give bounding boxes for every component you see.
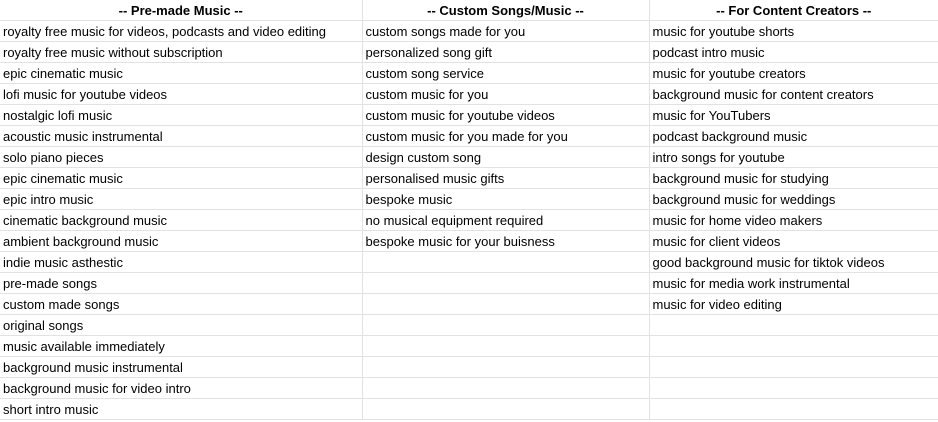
table-body: royalty free music for videos, podcasts … bbox=[0, 20, 938, 420]
cell[interactable] bbox=[361, 272, 650, 294]
cell[interactable]: epic cinematic music bbox=[0, 62, 363, 84]
cell[interactable]: podcast background music bbox=[648, 125, 938, 147]
table-row: short intro music bbox=[0, 398, 938, 420]
cell[interactable]: custom music for you bbox=[361, 83, 650, 105]
cell[interactable]: personalised music gifts bbox=[361, 167, 650, 189]
cell[interactable]: good background music for tiktok videos bbox=[648, 251, 938, 273]
cell[interactable]: music for home video makers bbox=[648, 209, 938, 231]
table-row: cinematic background music no musical eq… bbox=[0, 209, 938, 231]
cell[interactable]: music for media work instrumental bbox=[648, 272, 938, 294]
cell[interactable]: music available immediately bbox=[0, 335, 363, 357]
cell[interactable]: royalty free music without subscription bbox=[0, 41, 363, 63]
header-cell-custom-songs[interactable]: -- Custom Songs/Music -- bbox=[361, 0, 650, 21]
cell[interactable]: acoustic music instrumental bbox=[0, 125, 363, 147]
cell[interactable]: background music instrumental bbox=[0, 356, 363, 378]
header-cell-content-creators[interactable]: -- For Content Creators -- bbox=[648, 0, 938, 21]
table-row: solo piano pieces design custom song int… bbox=[0, 146, 938, 168]
table-row: background music instrumental bbox=[0, 356, 938, 378]
cell[interactable] bbox=[361, 356, 650, 378]
header-row: -- Pre-made Music -- -- Custom Songs/Mus… bbox=[0, 0, 938, 21]
table-row: acoustic music instrumental custom music… bbox=[0, 125, 938, 147]
cell[interactable]: background music for weddings bbox=[648, 188, 938, 210]
cell[interactable]: nostalgic lofi music bbox=[0, 104, 363, 126]
cell[interactable]: ambient background music bbox=[0, 230, 363, 252]
cell[interactable]: epic cinematic music bbox=[0, 167, 363, 189]
cell[interactable] bbox=[361, 398, 650, 420]
cell[interactable]: music for youtube shorts bbox=[648, 20, 938, 42]
cell[interactable]: custom song service bbox=[361, 62, 650, 84]
cell[interactable] bbox=[648, 356, 938, 378]
cell[interactable]: music for youtube creators bbox=[648, 62, 938, 84]
cell[interactable]: bespoke music bbox=[361, 188, 650, 210]
cell[interactable] bbox=[361, 293, 650, 315]
spreadsheet-grid: -- Pre-made Music -- -- Custom Songs/Mus… bbox=[0, 0, 938, 422]
cell[interactable]: music for YouTubers bbox=[648, 104, 938, 126]
cell[interactable]: indie music asthestic bbox=[0, 251, 363, 273]
cell[interactable]: podcast intro music bbox=[648, 41, 938, 63]
table-row: pre-made songs music for media work inst… bbox=[0, 272, 938, 294]
header-cell-premade-music[interactable]: -- Pre-made Music -- bbox=[0, 0, 363, 21]
cell[interactable] bbox=[648, 398, 938, 420]
cell[interactable]: solo piano pieces bbox=[0, 146, 363, 168]
cell[interactable]: lofi music for youtube videos bbox=[0, 83, 363, 105]
keyword-table: -- Pre-made Music -- -- Custom Songs/Mus… bbox=[0, 0, 938, 420]
table-row: ambient background music bespoke music f… bbox=[0, 230, 938, 252]
cell[interactable] bbox=[361, 335, 650, 357]
table-row: lofi music for youtube videos custom mus… bbox=[0, 83, 938, 105]
cell[interactable] bbox=[361, 314, 650, 336]
table-row: epic cinematic music personalised music … bbox=[0, 167, 938, 189]
table-row: epic cinematic music custom song service… bbox=[0, 62, 938, 84]
cell[interactable]: original songs bbox=[0, 314, 363, 336]
cell[interactable]: background music for content creators bbox=[648, 83, 938, 105]
cell[interactable]: custom music for you made for you bbox=[361, 125, 650, 147]
cell[interactable]: design custom song bbox=[361, 146, 650, 168]
cell[interactable]: epic intro music bbox=[0, 188, 363, 210]
cell[interactable] bbox=[648, 314, 938, 336]
cell[interactable]: royalty free music for videos, podcasts … bbox=[0, 20, 363, 42]
table-row: original songs bbox=[0, 314, 938, 336]
cell[interactable]: music for video editing bbox=[648, 293, 938, 315]
table-row: epic intro music bespoke music backgroun… bbox=[0, 188, 938, 210]
cell[interactable]: pre-made songs bbox=[0, 272, 363, 294]
cell[interactable]: custom music for youtube videos bbox=[361, 104, 650, 126]
cell[interactable]: no musical equipment required bbox=[361, 209, 650, 231]
cell[interactable]: personalized song gift bbox=[361, 41, 650, 63]
cell[interactable]: custom made songs bbox=[0, 293, 363, 315]
cell[interactable] bbox=[361, 251, 650, 273]
cell[interactable] bbox=[648, 335, 938, 357]
table-row: music available immediately bbox=[0, 335, 938, 357]
table-row: nostalgic lofi music custom music for yo… bbox=[0, 104, 938, 126]
cell[interactable] bbox=[361, 377, 650, 399]
cell[interactable]: intro songs for youtube bbox=[648, 146, 938, 168]
table-row: royalty free music for videos, podcasts … bbox=[0, 20, 938, 42]
table-row: background music for video intro bbox=[0, 377, 938, 399]
table-row: custom made songs music for video editin… bbox=[0, 293, 938, 315]
table-row: indie music asthestic good background mu… bbox=[0, 251, 938, 273]
cell[interactable]: bespoke music for your buisness bbox=[361, 230, 650, 252]
table-row: royalty free music without subscription … bbox=[0, 41, 938, 63]
cell[interactable] bbox=[648, 377, 938, 399]
cell[interactable]: background music for studying bbox=[648, 167, 938, 189]
cell[interactable]: custom songs made for you bbox=[361, 20, 650, 42]
cell[interactable]: music for client videos bbox=[648, 230, 938, 252]
cell[interactable]: short intro music bbox=[0, 398, 363, 420]
cell[interactable]: cinematic background music bbox=[0, 209, 363, 231]
cell[interactable]: background music for video intro bbox=[0, 377, 363, 399]
